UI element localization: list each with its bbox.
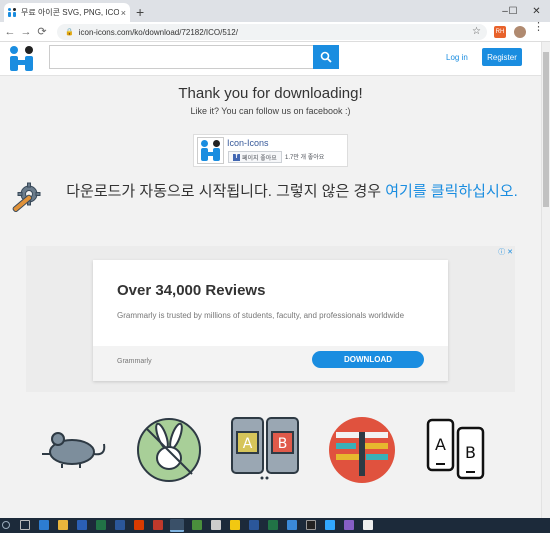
address-bar[interactable]: 🔒 icon-icons.com/ko/download/72182/ICO/5… — [57, 24, 487, 40]
facebook-like-label: 페이지 좋아요 — [242, 155, 277, 162]
svg-text:A: A — [243, 436, 253, 452]
tab-title: 무료 아이콘 SVG, PNG, ICO 또는 — [21, 8, 119, 17]
url-text: icon-icons.com/ko/download/72182/ICO/512… — [78, 27, 238, 37]
login-link[interactable]: Log in — [446, 53, 468, 62]
powerpoint-icon[interactable] — [134, 520, 144, 530]
app-icon[interactable] — [287, 520, 297, 530]
ad-description: Grammarly is trusted by millions of stud… — [117, 311, 405, 320]
facebook-page-logo-icon[interactable] — [197, 137, 224, 164]
outlook-icon[interactable] — [77, 520, 87, 530]
svg-text:B: B — [278, 436, 288, 452]
edge-icon[interactable] — [39, 520, 49, 530]
browser-tabstrip: 무료 아이콘 SVG, PNG, ICO 또는 × + – ☐ ✕ — [0, 0, 550, 22]
close-window-button[interactable]: ✕ — [523, 0, 550, 22]
ad-title[interactable]: Over 34,000 Reviews — [117, 282, 265, 299]
facebook-f-icon: f — [233, 153, 240, 161]
forward-button[interactable]: → — [18, 26, 34, 38]
task-view-icon[interactable] — [20, 520, 30, 530]
ab-phones-icon[interactable]: A B — [424, 410, 488, 490]
word-icon[interactable] — [115, 520, 125, 530]
windows-taskbar — [0, 518, 550, 533]
svg-text:B: B — [465, 443, 476, 462]
ad-brand: Grammarly — [117, 358, 152, 365]
download-notice-text: 다운로드가 자동으로 시작됩니다. 그렇지 않은 경우 여기를 클릭하십시오. — [47, 180, 537, 204]
profile-avatar[interactable] — [514, 26, 526, 38]
search-input[interactable] — [49, 45, 313, 69]
chrome-icon[interactable] — [170, 519, 184, 532]
register-button[interactable]: Register — [482, 48, 522, 66]
app-icon[interactable] — [325, 520, 335, 530]
site-logo-icon[interactable] — [8, 45, 36, 73]
maximize-button[interactable]: ☐ — [505, 0, 521, 22]
ui-layout-icon[interactable] — [326, 410, 398, 490]
browser-toolbar: ← → ⟳ 🔒 icon-icons.com/ko/download/72182… — [0, 22, 550, 42]
app-icon[interactable] — [230, 520, 240, 530]
app-icon[interactable] — [249, 520, 259, 530]
ad-card[interactable]: Over 34,000 Reviews Grammarly is trusted… — [93, 260, 448, 381]
extension-icon[interactable]: RH — [494, 26, 506, 38]
app-icon[interactable] — [268, 520, 278, 530]
gear-wrench-icon — [12, 182, 41, 213]
download-notice-message: 다운로드가 자동으로 시작됩니다. 그렇지 않은 경우 — [66, 183, 386, 200]
svg-text:A: A — [435, 435, 446, 454]
site-favicon-icon — [8, 8, 17, 17]
file-explorer-icon[interactable] — [58, 520, 68, 530]
facebook-page-name[interactable]: Icon-Icons — [227, 138, 269, 148]
back-button[interactable]: ← — [2, 26, 18, 38]
facebook-like-count: 1.7만 개 좋아요 — [285, 155, 325, 161]
mouse-icon[interactable] — [36, 410, 112, 490]
ad-container: ⓘ ✕ Over 34,000 Reviews Grammarly is tru… — [26, 246, 515, 392]
ad-choices-icon[interactable]: ⓘ ✕ — [498, 247, 513, 257]
tab-close-icon[interactable]: × — [121, 8, 126, 18]
facebook-like-button[interactable]: f 페이지 좋아요 — [228, 151, 282, 163]
search-icon[interactable] — [2, 521, 10, 529]
ab-test-icon[interactable]: A B — [229, 410, 301, 490]
excel-icon[interactable] — [96, 520, 106, 530]
app-icon[interactable] — [211, 520, 221, 530]
click-here-link[interactable]: 여기를 클릭하십시오. — [385, 183, 518, 200]
lock-icon: 🔒 — [65, 29, 74, 36]
search-icon — [320, 51, 332, 63]
app-icon[interactable] — [306, 520, 316, 530]
ad-footer: Grammarly DOWNLOAD — [93, 346, 448, 381]
app-icon[interactable] — [153, 520, 163, 530]
site-header: Log in Register — [0, 42, 541, 76]
search-button[interactable] — [313, 45, 339, 69]
reload-button[interactable]: ⟳ — [34, 25, 50, 38]
thanks-section: Thank you for downloading! Like it? You … — [0, 85, 541, 116]
notepad-icon[interactable] — [363, 520, 373, 530]
thanks-title: Thank you for downloading! — [178, 85, 363, 102]
browser-tab[interactable]: 무료 아이콘 SVG, PNG, ICO 또는 × — [4, 3, 130, 22]
download-notice: 다운로드가 자동으로 시작됩니다. 그렇지 않은 경우 여기를 클릭하십시오. — [0, 173, 541, 235]
chrome-menu-icon[interactable]: ⋮ — [533, 22, 544, 33]
facebook-widget: Icon-Icons f 페이지 좋아요 1.7만 개 좋아요 — [193, 134, 348, 167]
thanks-subtitle: Like it? You can follow us on facebook :… — [190, 106, 351, 116]
app-icon[interactable] — [192, 520, 202, 530]
scrollbar-thumb[interactable] — [543, 52, 549, 207]
new-tab-button[interactable]: + — [136, 4, 144, 20]
bookmark-star-icon[interactable]: ☆ — [472, 26, 481, 37]
ad-download-button[interactable]: DOWNLOAD — [312, 351, 424, 368]
visual-studio-icon[interactable] — [344, 520, 354, 530]
page-scrollbar[interactable] — [541, 42, 550, 518]
rabbit-icon[interactable] — [134, 410, 204, 490]
